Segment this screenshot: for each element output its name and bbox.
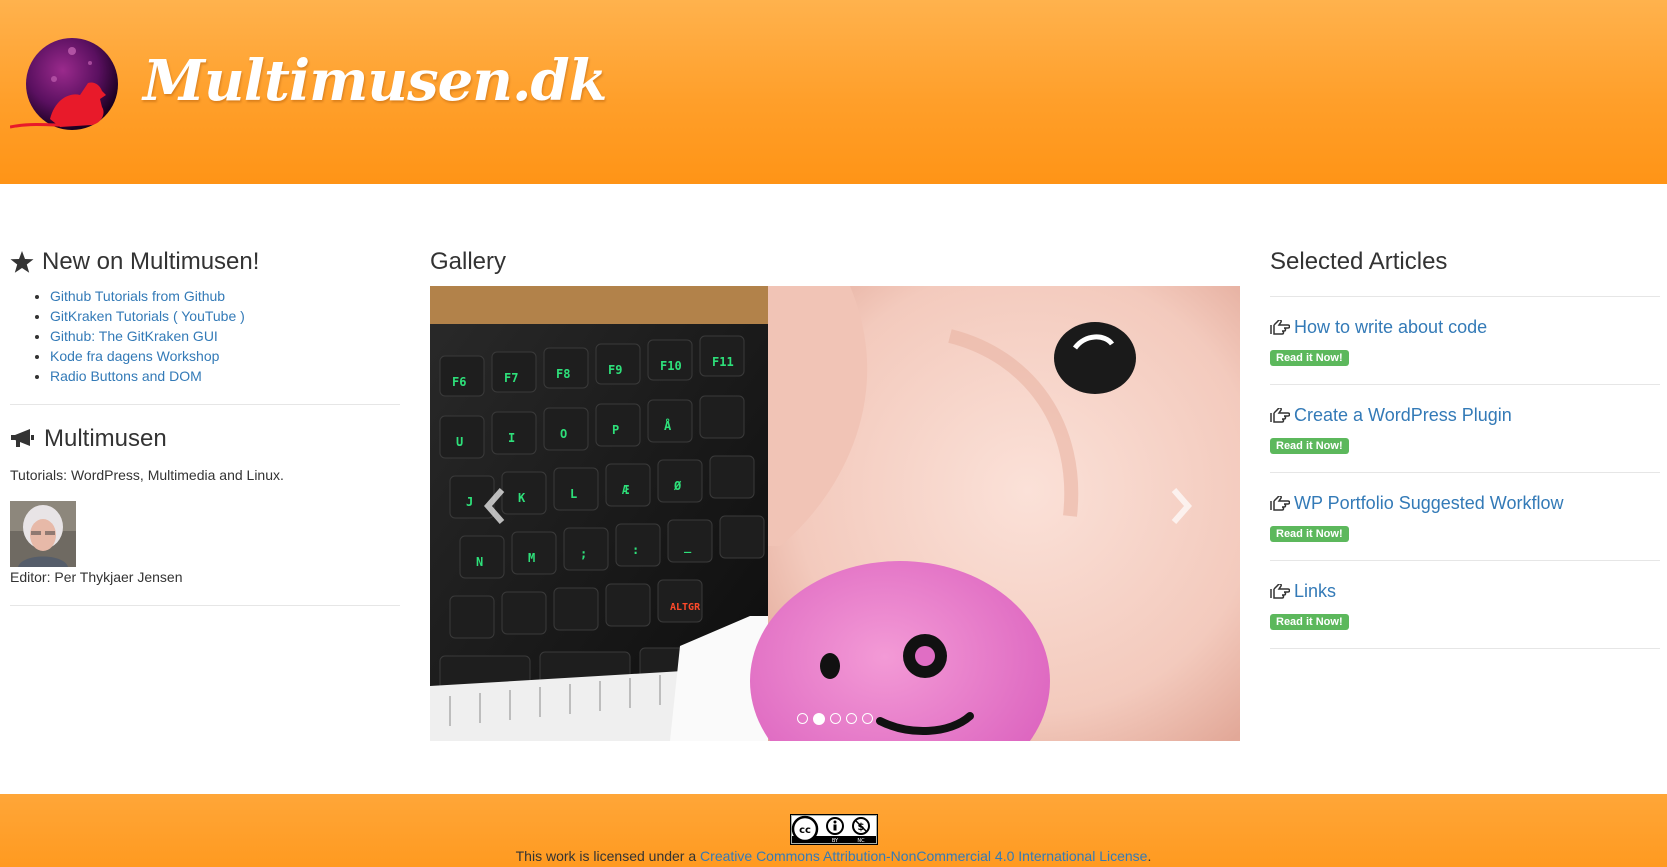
about-heading-text: Multimusen bbox=[44, 425, 167, 452]
svg-text:P: P bbox=[612, 423, 619, 437]
article-title-row: Create a WordPress Plugin bbox=[1270, 405, 1660, 426]
chevron-left-icon bbox=[484, 488, 505, 524]
read-now-badge[interactable]: Read it Now! bbox=[1270, 438, 1349, 454]
article-title-row: WP Portfolio Suggested Workflow bbox=[1270, 493, 1660, 514]
svg-text:F9: F9 bbox=[608, 363, 622, 377]
carousel-indicators bbox=[797, 712, 873, 725]
read-now-badge[interactable]: Read it Now! bbox=[1270, 350, 1349, 366]
svg-text:F10: F10 bbox=[660, 359, 682, 373]
svg-text:_: _ bbox=[684, 539, 692, 554]
bullhorn-icon bbox=[11, 429, 34, 447]
svg-text:M: M bbox=[528, 551, 535, 565]
article-title-row: How to write about code bbox=[1270, 317, 1660, 338]
carousel-indicator[interactable] bbox=[846, 713, 857, 724]
gallery-heading: Gallery bbox=[430, 248, 507, 275]
svg-text:NC: NC bbox=[857, 838, 865, 844]
hand-pointer-icon bbox=[1270, 583, 1290, 599]
carousel-prev-button[interactable] bbox=[474, 486, 514, 526]
list-item: Radio Buttons and DOM bbox=[50, 366, 400, 386]
svg-text:cc: cc bbox=[799, 825, 811, 836]
svg-text:;: ; bbox=[580, 547, 587, 561]
editor-name: Editor: Per Thykjaer Jensen bbox=[10, 569, 183, 585]
carousel-indicator-active[interactable] bbox=[813, 712, 825, 725]
license-suffix: . bbox=[1147, 848, 1152, 864]
license-prefix: This work is licensed under a bbox=[515, 848, 701, 864]
svg-text:F11: F11 bbox=[712, 355, 734, 369]
article-item: WP Portfolio Suggested Workflow Read it … bbox=[1270, 472, 1660, 560]
article-title-row: Links bbox=[1270, 581, 1660, 602]
license-link[interactable]: Creative Commons Attribution-NonCommerci… bbox=[700, 848, 1147, 864]
list-item: Github: The GitKraken GUI bbox=[50, 326, 400, 346]
about-heading: Multimusen bbox=[10, 425, 400, 453]
list-item: GitKraken Tutorials ( YouTube ) bbox=[50, 306, 400, 326]
hand-pointer-icon bbox=[1270, 319, 1290, 335]
left-sidebar: New on Multimusen! Github Tutorials from… bbox=[10, 248, 400, 606]
new-item-link[interactable]: Kode fra dagens Workshop bbox=[50, 348, 219, 364]
carousel-indicator[interactable] bbox=[830, 713, 841, 724]
new-heading-text: New on Multimusen! bbox=[42, 248, 260, 275]
svg-text:F8: F8 bbox=[556, 367, 570, 381]
svg-text:K: K bbox=[518, 491, 526, 505]
license-text: This work is licensed under a Creative C… bbox=[0, 848, 1667, 864]
article-link[interactable]: Links bbox=[1294, 581, 1336, 602]
carousel-indicator[interactable] bbox=[797, 713, 808, 724]
article-item: Links Read it Now! bbox=[1270, 560, 1660, 649]
site-header: Multimusen.dk bbox=[0, 0, 1667, 184]
svg-text:BY: BY bbox=[832, 838, 839, 844]
svg-text:U: U bbox=[456, 435, 463, 449]
svg-text::: : bbox=[632, 543, 639, 557]
chevron-right-icon bbox=[1171, 488, 1192, 524]
read-now-badge[interactable]: Read it Now! bbox=[1270, 614, 1349, 630]
svg-text:F7: F7 bbox=[504, 371, 518, 385]
logo-icon[interactable] bbox=[10, 37, 128, 137]
site-title[interactable]: Multimusen.dk bbox=[143, 48, 607, 114]
svg-text:ALTGR: ALTGR bbox=[670, 602, 701, 613]
site-footer: cc $ BY NC This work is licensed under a… bbox=[0, 794, 1667, 867]
svg-text:F6: F6 bbox=[452, 375, 466, 389]
carousel-indicator[interactable] bbox=[862, 713, 873, 724]
list-item: Github Tutorials from Github bbox=[50, 286, 400, 306]
article-link[interactable]: Create a WordPress Plugin bbox=[1294, 405, 1512, 426]
hand-pointer-icon bbox=[1270, 407, 1290, 423]
editor-avatar bbox=[10, 501, 76, 567]
svg-text:L: L bbox=[570, 487, 577, 501]
new-item-link[interactable]: Github Tutorials from Github bbox=[50, 288, 225, 304]
articles-heading: Selected Articles bbox=[1270, 248, 1448, 275]
new-heading: New on Multimusen! bbox=[10, 248, 400, 276]
svg-text:Å: Å bbox=[664, 418, 672, 433]
carousel-slide-image: F6 F7 F8 F9 F10 F11 U I O P Å J K L Æ Ø N M;: _ ALTGR bbox=[430, 286, 1240, 741]
article-link[interactable]: WP Portfolio Suggested Workflow bbox=[1294, 493, 1563, 514]
new-item-link[interactable]: GitKraken Tutorials ( YouTube ) bbox=[50, 308, 245, 324]
svg-text:Æ: Æ bbox=[622, 483, 629, 497]
read-now-badge[interactable]: Read it Now! bbox=[1270, 526, 1349, 542]
svg-text:I: I bbox=[508, 431, 515, 445]
divider bbox=[10, 605, 400, 606]
divider bbox=[10, 404, 400, 405]
gallery-carousel[interactable]: F6 F7 F8 F9 F10 F11 U I O P Å J K L Æ Ø N M;: _ ALTGR bbox=[430, 286, 1240, 741]
new-items-list: Github Tutorials from Github GitKraken T… bbox=[50, 286, 400, 386]
svg-text:N: N bbox=[476, 555, 483, 569]
list-item: Kode fra dagens Workshop bbox=[50, 346, 400, 366]
article-item: How to write about code Read it Now! bbox=[1270, 296, 1660, 384]
svg-text:J: J bbox=[466, 495, 473, 509]
svg-text:Ø: Ø bbox=[673, 479, 682, 493]
about-text: Tutorials: WordPress, Multimedia and Lin… bbox=[10, 467, 284, 483]
new-item-link[interactable]: Radio Buttons and DOM bbox=[50, 368, 202, 384]
article-link[interactable]: How to write about code bbox=[1294, 317, 1487, 338]
cc-by-nc-license-icon[interactable]: cc $ BY NC bbox=[790, 814, 878, 845]
carousel-next-button[interactable] bbox=[1162, 486, 1202, 526]
hand-pointer-icon bbox=[1270, 495, 1290, 511]
svg-text:O: O bbox=[560, 427, 567, 441]
new-item-link[interactable]: Github: The GitKraken GUI bbox=[50, 328, 218, 344]
gallery-section: Gallery F6 F7 F8 F9 F10 F11 U I O P Å J … bbox=[430, 248, 1240, 741]
selected-articles: Selected Articles How to write about cod… bbox=[1270, 248, 1660, 649]
article-item: Create a WordPress Plugin Read it Now! bbox=[1270, 384, 1660, 472]
star-icon bbox=[10, 251, 34, 273]
